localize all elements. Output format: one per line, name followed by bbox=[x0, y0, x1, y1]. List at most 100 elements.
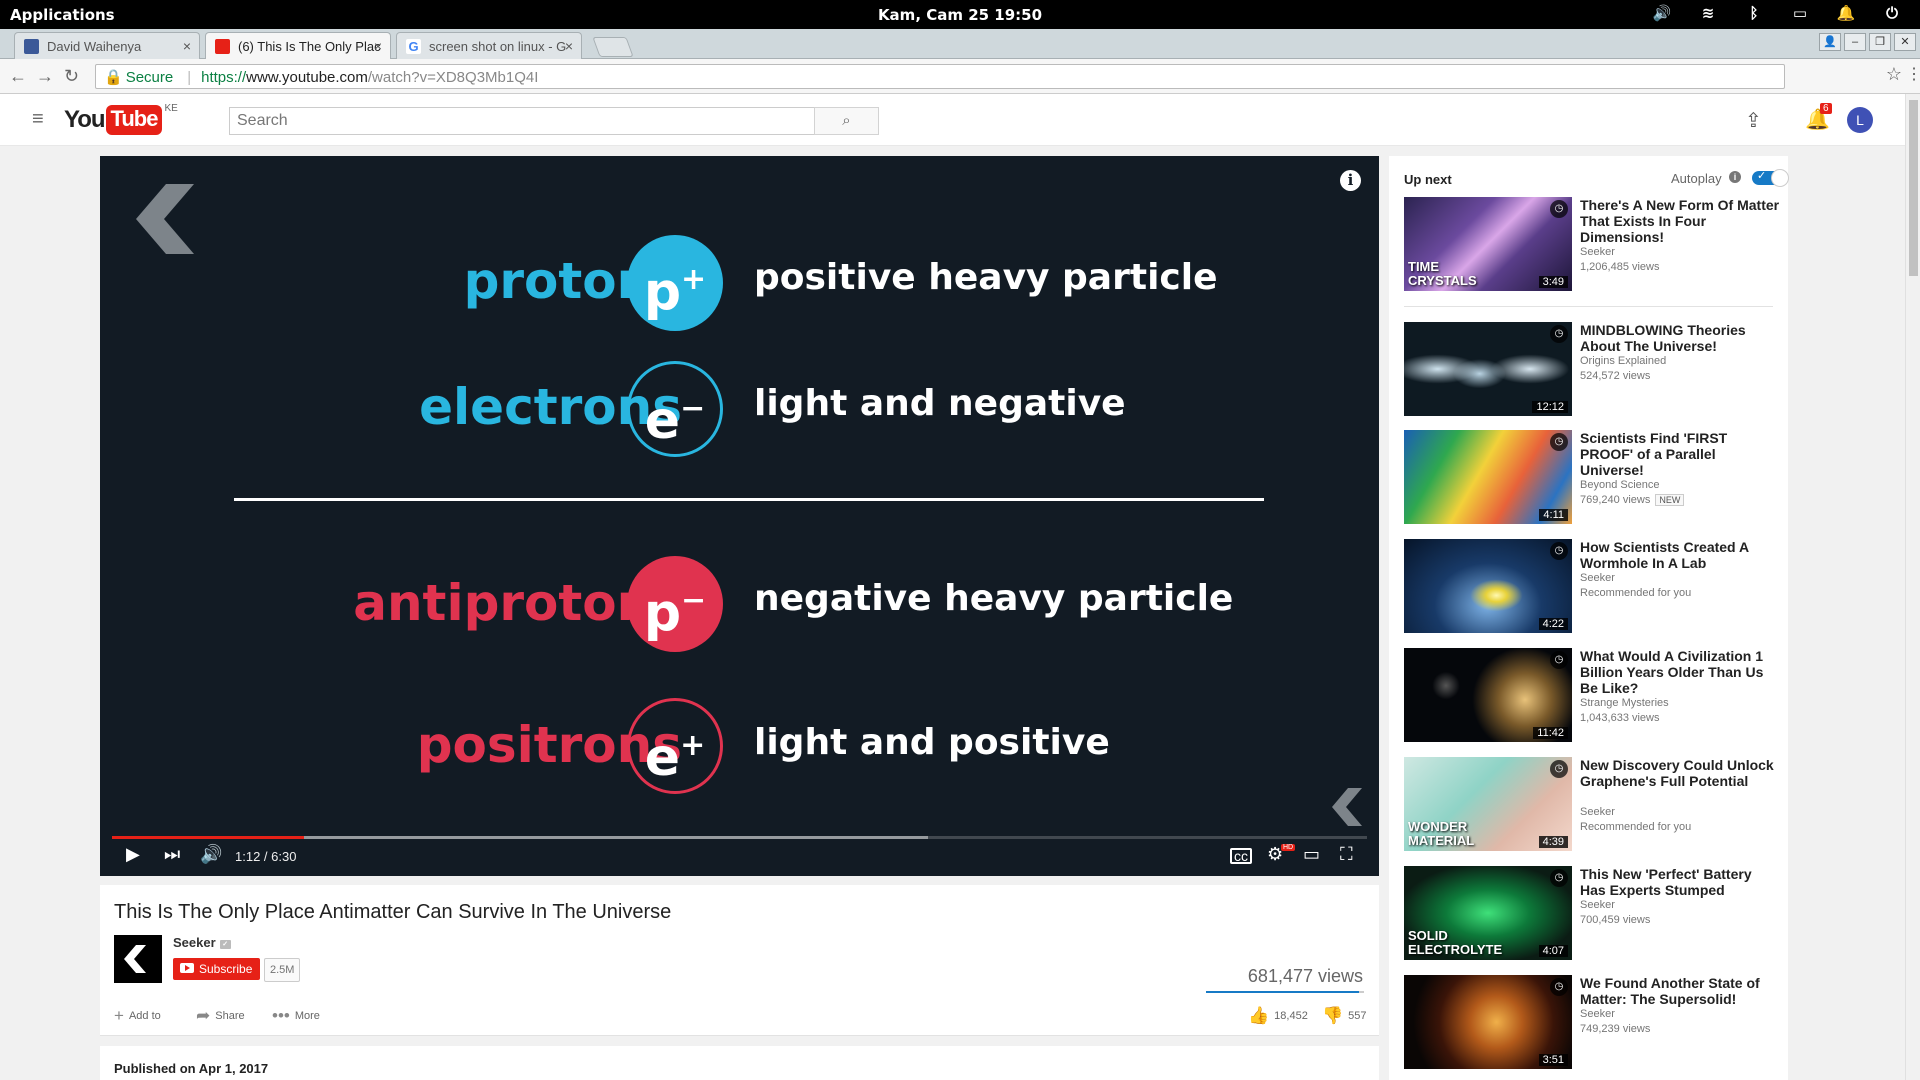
video-player[interactable]: i protons p+ positive heavy particle ele… bbox=[100, 156, 1379, 876]
bluetooth-icon[interactable]: ᛒ bbox=[1744, 4, 1764, 22]
video-title[interactable]: What Would A Civilization 1 Billion Year… bbox=[1580, 648, 1780, 696]
guide-menu-icon[interactable]: ≡ bbox=[32, 108, 44, 131]
video-thumbnail[interactable]: ◷ SOLID ELECTROLYTE 4:07 bbox=[1404, 866, 1572, 960]
next-icon[interactable]: ⏭ bbox=[164, 844, 180, 865]
notification-icon[interactable]: 🔔 bbox=[1836, 4, 1856, 22]
video-title[interactable]: This New 'Perfect' Battery Has Experts S… bbox=[1580, 866, 1780, 898]
video-thumbnail[interactable]: ◷ TIME CRYSTALS 3:49 bbox=[1404, 197, 1572, 291]
youtube-logo[interactable]: You Tube KE bbox=[64, 103, 178, 135]
window-controls: 👤 – ❐ ✕ bbox=[1819, 33, 1916, 51]
volume-icon[interactable]: 🔊 bbox=[200, 844, 222, 865]
subscribe-button[interactable]: Subscribe bbox=[173, 958, 261, 980]
battery-icon[interactable]: ▭ bbox=[1790, 4, 1810, 22]
video-thumbnail[interactable]: ◷ 11:42 bbox=[1404, 648, 1572, 742]
power-icon[interactable]: ⏻ bbox=[1882, 4, 1902, 22]
share-button[interactable]: ➦ Share bbox=[196, 1006, 245, 1026]
thumbnail-caption: SOLID ELECTROLYTE bbox=[1408, 928, 1503, 957]
video-title[interactable]: New Discovery Could Unlock Graphene's Fu… bbox=[1580, 757, 1780, 789]
related-video-item[interactable]: ◷ TIME CRYSTALS 3:49 There's A New Form Of … bbox=[1404, 197, 1779, 291]
autoplay-toggle[interactable]: ✓ bbox=[1752, 169, 1789, 187]
reload-icon[interactable]: ↻ bbox=[64, 66, 79, 87]
video-thumbnail[interactable]: ◷ 3:51 bbox=[1404, 975, 1572, 1069]
watch-later-icon[interactable]: ◷ bbox=[1550, 200, 1568, 218]
user-icon[interactable]: 👤 bbox=[1819, 33, 1841, 51]
watch-later-icon[interactable]: ◷ bbox=[1550, 433, 1568, 451]
progress-bar[interactable] bbox=[112, 836, 1367, 839]
dislike-button[interactable]: 👎 557 bbox=[1322, 1006, 1367, 1026]
thumbnail-caption: TIME CRYSTALS bbox=[1408, 259, 1477, 288]
video-thumbnail[interactable]: ◷ 4:22 bbox=[1404, 539, 1572, 633]
video-title[interactable]: There's A New Form Of Matter That Exists… bbox=[1580, 197, 1780, 245]
facebook-icon bbox=[24, 39, 39, 54]
url-field[interactable]: 🔒 Secure | https://www.youtube.com/watch?v=… bbox=[95, 64, 1785, 89]
watch-later-icon[interactable]: ◷ bbox=[1550, 869, 1568, 887]
video-title[interactable]: How Scientists Created A Wormhole In A L… bbox=[1580, 539, 1780, 571]
desc-positrons: light and positive bbox=[754, 722, 1110, 763]
video-thumbnail[interactable]: ◷ WONDER MATERIAL 4:39 bbox=[1404, 757, 1572, 851]
search-button[interactable]: ⌕ bbox=[814, 107, 879, 135]
video-title[interactable]: We Found Another State of Matter: The Su… bbox=[1580, 975, 1780, 1007]
captions-icon[interactable]: cc bbox=[1230, 848, 1252, 864]
related-video-item[interactable]: ◷ 11:42 What Would A Civilization 1 Billio… bbox=[1404, 648, 1779, 742]
channel-avatar[interactable] bbox=[114, 935, 162, 983]
video-channel: Seeker bbox=[1580, 899, 1615, 911]
scrollbar-thumb[interactable] bbox=[1909, 100, 1918, 276]
video-title[interactable]: MINDBLOWING Theories About The Universe! bbox=[1580, 322, 1780, 354]
close-window-icon[interactable]: ✕ bbox=[1894, 33, 1916, 51]
tab-google[interactable]: G screen shot on linux - G × bbox=[396, 32, 582, 59]
volume-icon[interactable]: 🔊 bbox=[1652, 4, 1672, 22]
related-video-item[interactable]: ◷ WONDER MATERIAL 4:39 New Discovery Could … bbox=[1404, 757, 1779, 851]
info-icon[interactable]: i bbox=[1729, 171, 1741, 183]
address-bar: ← → ↻ 🔒 Secure | https://www.youtube.com/wa… bbox=[0, 59, 1920, 94]
tab-facebook[interactable]: David Waihenya × bbox=[14, 32, 200, 59]
watch-later-icon[interactable]: ◷ bbox=[1550, 651, 1568, 669]
slide-divider bbox=[234, 498, 1264, 501]
channel-watermark-icon[interactable] bbox=[1332, 788, 1364, 826]
symbol-charge: − bbox=[680, 391, 706, 426]
avatar[interactable]: L bbox=[1847, 107, 1873, 133]
tab-youtube[interactable]: (6) This Is The Only Plac × bbox=[205, 32, 391, 59]
watch-later-icon[interactable]: ◷ bbox=[1550, 760, 1568, 778]
video-thumbnail[interactable]: ◷ 4:11 bbox=[1404, 430, 1572, 524]
video-title[interactable]: Scientists Find 'FIRST PROOF' of a Paral… bbox=[1580, 430, 1780, 478]
video-thumbnail[interactable]: ◷ 12:12 bbox=[1404, 322, 1572, 416]
info-icon[interactable]: i bbox=[1340, 170, 1361, 191]
video-duration: 3:49 bbox=[1538, 276, 1568, 288]
youtube-header: ≡ You Tube KE Search ⌕ ⇪ 🔔 6 L bbox=[0, 94, 1905, 146]
clock[interactable]: Kam, Cam 25 19:50 bbox=[0, 6, 1920, 24]
forward-icon[interactable]: → bbox=[36, 66, 54, 87]
watch-later-icon[interactable]: ◷ bbox=[1550, 542, 1568, 560]
play-icon[interactable]: ▶ bbox=[126, 844, 140, 865]
progress-played bbox=[112, 836, 304, 839]
minimize-icon[interactable]: – bbox=[1844, 33, 1866, 51]
bookmark-star-icon[interactable]: ☆ bbox=[1886, 64, 1902, 85]
more-button[interactable]: ••• More bbox=[272, 1006, 320, 1026]
term-positrons: positrons bbox=[416, 716, 682, 774]
close-icon[interactable]: × bbox=[183, 38, 191, 54]
related-video-item[interactable]: ◷ 4:22 How Scientists Created A Wormhole I… bbox=[1404, 539, 1779, 633]
close-icon[interactable]: × bbox=[374, 38, 382, 54]
related-video-item[interactable]: ◷ 3:51 We Found Another State of Matter: T… bbox=[1404, 975, 1779, 1069]
related-video-item[interactable]: ◷ SOLID ELECTROLYTE 4:07 This New 'Perfect'… bbox=[1404, 866, 1779, 960]
page-scrollbar[interactable] bbox=[1905, 94, 1920, 1080]
related-video-item[interactable]: ◷ 12:12 MINDBLOWING Theories About The Uni… bbox=[1404, 322, 1779, 416]
browser-menu-icon[interactable]: ⋮ bbox=[1906, 64, 1920, 84]
back-icon[interactable]: ← bbox=[9, 66, 27, 87]
add-to-button[interactable]: + Add to bbox=[114, 1006, 161, 1026]
wifi-icon[interactable]: ≋ bbox=[1698, 4, 1718, 22]
search-input[interactable]: Search bbox=[229, 107, 815, 135]
video-meta: 1,206,485 views bbox=[1580, 261, 1660, 273]
channel-name[interactable]: Seeker ✓ bbox=[173, 935, 231, 950]
watch-later-icon[interactable]: ◷ bbox=[1550, 325, 1568, 343]
upload-icon[interactable]: ⇪ bbox=[1745, 108, 1762, 133]
related-video-item[interactable]: ◷ 4:11 Scientists Find 'FIRST PROOF' of a … bbox=[1404, 430, 1779, 524]
video-meta: 769,240 views NEW bbox=[1580, 494, 1685, 506]
video-duration: 4:22 bbox=[1538, 618, 1568, 630]
theater-mode-icon[interactable]: ▭ bbox=[1303, 844, 1320, 865]
fullscreen-icon[interactable]: ⛶ bbox=[1340, 844, 1353, 865]
watch-later-icon[interactable]: ◷ bbox=[1550, 978, 1568, 996]
new-tab-button[interactable] bbox=[592, 37, 634, 57]
restore-icon[interactable]: ❐ bbox=[1869, 33, 1891, 51]
like-button[interactable]: 👍 18,452 bbox=[1248, 1006, 1308, 1026]
close-icon[interactable]: × bbox=[565, 38, 573, 54]
